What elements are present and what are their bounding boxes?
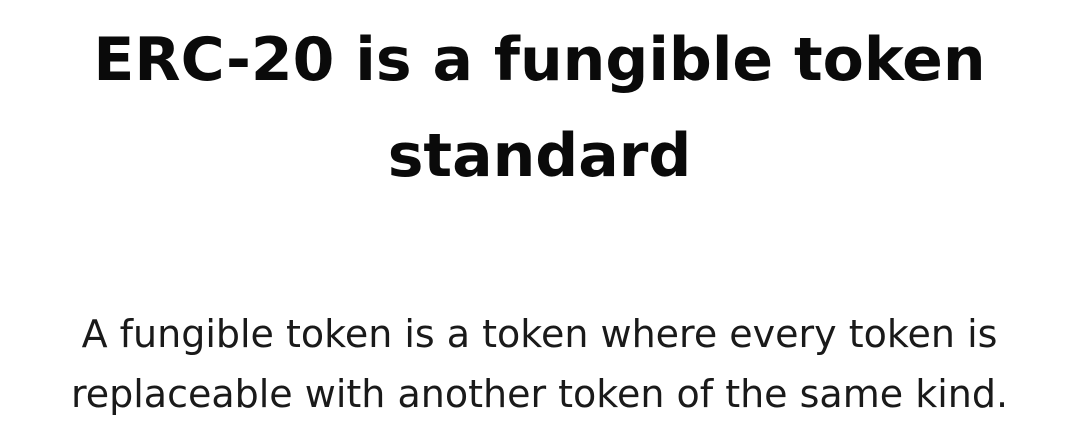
slide: ERC-20 is a fungible token standard A fu… [0,0,1079,433]
slide-title-line-2: standard [387,121,692,191]
slide-title-line-1: ERC-20 is a fungible token [93,25,986,95]
slide-body-line-2: replaceable with another token of the sa… [70,372,1009,416]
slide-body-text: A fungible token is a token where every … [0,304,1079,424]
slide-title: ERC-20 is a fungible token standard [0,12,1079,204]
slide-body-line-1: A fungible token is a token where every … [81,312,998,356]
